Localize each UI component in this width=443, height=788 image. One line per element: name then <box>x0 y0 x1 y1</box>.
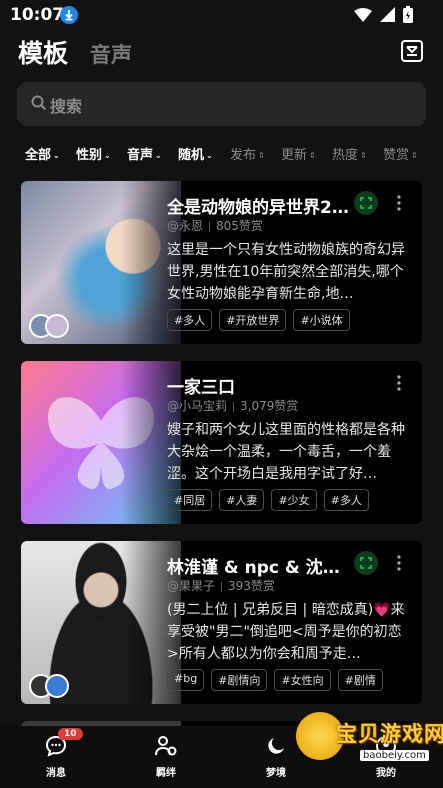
template-card[interactable]: 全是动物娘的异世界2.0版 @永恩 805赞赏 这里是一个只有女性动物娘族的奇幻异… <box>21 181 422 344</box>
participant-avatars <box>29 314 69 338</box>
filter-audio[interactable]: 音声 ⌄ <box>127 144 162 163</box>
moon-icon <box>268 738 284 754</box>
filter-random[interactable]: 随机 ⌄ <box>178 144 213 163</box>
card-author[interactable]: @果果子 <box>167 579 215 593</box>
sort-icon: ⇕ <box>411 151 418 160</box>
template-card[interactable]: 林淮谨 & npc & 沈念之… @果果子 393赞赏 (男二上位 | 兄弟反目 … <box>21 541 422 704</box>
card-title: 林淮谨 & npc & 沈念之… <box>167 558 353 578</box>
tag[interactable]: #少女 <box>271 489 317 511</box>
card-likes: 3,079赞赏 <box>240 399 299 413</box>
nav-messages[interactable]: 10 消息 <box>26 728 86 779</box>
history-icon[interactable] <box>399 38 425 64</box>
filter-reward[interactable]: 赞赏 ⇕ <box>383 144 418 163</box>
card-tags: #同居 #人妻 #少女 #多人 <box>167 489 369 511</box>
card-author[interactable]: @永恩 <box>167 219 203 233</box>
avatar <box>45 314 69 338</box>
more-options-icon[interactable] <box>396 555 402 571</box>
tag[interactable]: #同居 <box>167 489 213 511</box>
unread-count-badge: 10 <box>58 728 83 740</box>
watermark-title: 宝贝游戏网 <box>336 722 443 746</box>
search-input[interactable]: 搜索 <box>50 93 82 117</box>
tag[interactable]: #多人 <box>167 309 213 331</box>
tab-templates[interactable]: 模板 <box>18 34 68 70</box>
filter-all[interactable]: 全部 ⌄ <box>25 144 60 163</box>
nav-label: 羁绊 <box>156 768 176 779</box>
filter-gender[interactable]: 性别 ⌄ <box>76 144 111 163</box>
status-bar: 10:07 <box>0 0 443 30</box>
tag[interactable]: #开放世界 <box>219 309 287 331</box>
card-meta: @果果子 393赞赏 <box>167 577 275 594</box>
card-author[interactable]: @小马宝莉 <box>167 399 227 413</box>
card-likes: 805赞赏 <box>216 219 263 233</box>
card-title: 一家三口 <box>167 378 235 398</box>
sort-icon: ⇕ <box>309 151 316 160</box>
expand-icon[interactable] <box>354 191 378 215</box>
card-description: 这里是一个只有女性动物娘族的奇幻异世界,男性在10年前突然全部消失,哪个女性动物… <box>167 242 405 302</box>
sort-icon: ⇕ <box>360 151 367 160</box>
chevron-down-icon: ⌄ <box>206 151 213 160</box>
filter-publish[interactable]: 发布 ⇕ <box>230 144 265 163</box>
search-bar[interactable]: 搜索 <box>17 82 426 126</box>
chevron-down-icon: ⌄ <box>155 151 162 160</box>
site-watermark: 宝贝游戏网 baobeiy.com <box>296 712 443 772</box>
watermark-url: baobeiy.com <box>360 750 429 761</box>
search-icon <box>31 95 47 111</box>
chevron-down-icon: ⌄ <box>104 151 111 160</box>
signal-icon <box>380 7 395 22</box>
more-options-icon[interactable] <box>396 195 402 211</box>
card-title: 全是动物娘的异世界2.0版 <box>167 198 353 218</box>
card-likes: 393赞赏 <box>228 579 275 593</box>
chevron-down-icon: ⌄ <box>53 151 60 160</box>
avatar <box>45 674 69 698</box>
tag[interactable]: #小说体 <box>293 309 350 331</box>
participant-avatars <box>29 674 69 698</box>
wifi-icon <box>354 7 372 22</box>
tag[interactable]: #多人 <box>323 489 369 511</box>
tag[interactable]: #人妻 <box>219 489 265 511</box>
tab-audio[interactable]: 音声 <box>90 39 132 69</box>
tag[interactable]: #bg <box>167 669 205 691</box>
battery-icon <box>403 6 413 23</box>
more-options-icon[interactable] <box>396 375 402 391</box>
card-tags: #多人 #开放世界 #小说体 <box>167 309 350 331</box>
status-time: 10:07 <box>10 5 65 25</box>
download-icon <box>60 6 78 24</box>
card-description: 嫂子和两个女儿这里面的性格都是各种大杂烩一个温柔，一个毒舌，一个羞涩。这个开场白… <box>167 422 405 482</box>
sort-icon: ⇕ <box>258 151 265 160</box>
filter-hot[interactable]: 热度 ⇕ <box>332 144 367 163</box>
expand-icon[interactable] <box>354 551 378 575</box>
friends-icon <box>155 736 177 756</box>
filter-update[interactable]: 更新 ⇕ <box>281 144 316 163</box>
top-header: 模板 音声 <box>0 32 443 72</box>
tag[interactable]: #女性向 <box>274 669 331 691</box>
card-meta: @永恩 805赞赏 <box>167 217 263 234</box>
card-meta: @小马宝莉 3,079赞赏 <box>167 397 298 414</box>
card-tags: #bg #剧情向 #女性向 #剧情 <box>167 669 383 691</box>
card-description: (男二上位 | 兄弟反目 | 暗恋成真)💗来享受被"男二"倒追吧<周予是你的初恋… <box>167 602 405 662</box>
nav-label: 消息 <box>46 768 66 779</box>
tag[interactable]: #剧情 <box>337 669 383 691</box>
nav-bonds[interactable]: 羁绊 <box>136 734 196 779</box>
tag[interactable]: #剧情向 <box>211 669 268 691</box>
filter-bar: 全部 ⌄ 性别 ⌄ 音声 ⌄ 随机 ⌄ 发布 ⇕ 更新 ⇕ 热度 ⇕ 赞赏 ⇕ <box>0 144 443 164</box>
template-card[interactable]: 一家三口 @小马宝莉 3,079赞赏 嫂子和两个女儿这里面的性格都是各种大杂烩一个… <box>21 361 422 524</box>
